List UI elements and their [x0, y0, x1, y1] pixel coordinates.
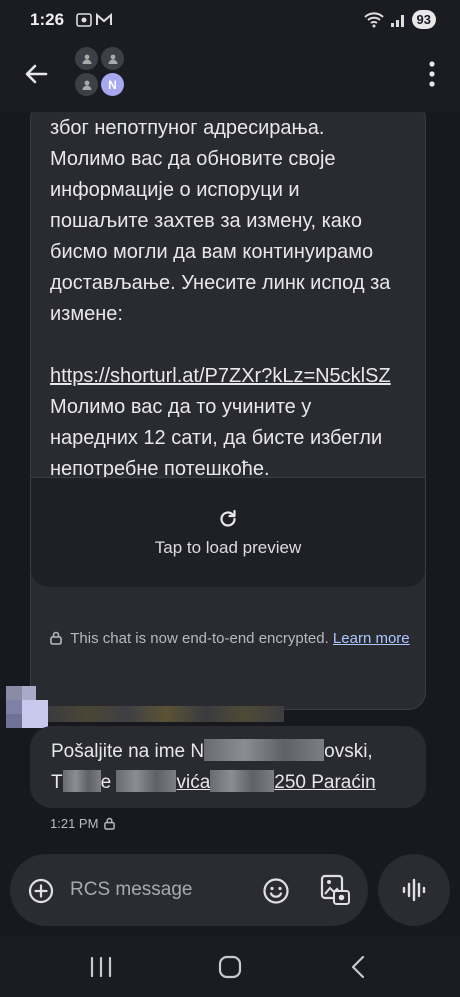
message-line: пошаљите захтев за измену, како — [50, 210, 362, 232]
message-line: због непотпуног адресирања. — [50, 117, 325, 139]
app-bar: N — [0, 40, 460, 112]
incoming-message-bubble[interactable]: због непотпуног адресирања. Молимо вас д… — [30, 112, 426, 710]
lock-icon — [104, 817, 116, 830]
redacted-block — [204, 739, 325, 761]
encryption-text: This chat is now end-to-end encrypted. — [70, 630, 329, 647]
message-body: због непотпуног адресирања. Молимо вас д… — [50, 113, 418, 485]
emoji-icon[interactable] — [262, 877, 290, 905]
person-icon — [101, 47, 124, 70]
compose-bar — [0, 852, 460, 936]
redacted-block — [116, 770, 177, 792]
learn-more-link[interactable]: Learn more — [333, 630, 410, 647]
message-text: Pošaljite na ime N — [51, 741, 205, 762]
add-circle-icon[interactable] — [28, 878, 54, 904]
encryption-notice: This chat is now end-to-end encrypted. L… — [0, 630, 460, 647]
status-time: 1:26 — [30, 10, 65, 29]
message-line: бисмо могли да вам континуирамо — [50, 241, 374, 263]
refresh-icon — [220, 509, 236, 527]
message-list[interactable]: због непотпуног адресирања. Молимо вас д… — [0, 112, 460, 852]
gallery-icon[interactable] — [320, 874, 350, 906]
message-timestamp: 1:21 PM — [50, 816, 99, 831]
system-nav-bar — [0, 936, 460, 997]
message-link[interactable]: https://shorturl.at/P7ZXr?kLz=N5cklSZ — [50, 361, 418, 392]
status-notification-icons — [76, 12, 112, 28]
redacted-block — [210, 770, 275, 792]
message-line: измене: — [50, 303, 123, 325]
nav-recents-icon[interactable] — [88, 954, 114, 980]
back-arrow-icon[interactable] — [20, 58, 52, 90]
address-link[interactable]: vića — [176, 772, 210, 793]
message-line: информације о испоруци и — [50, 179, 300, 201]
wifi-icon — [363, 11, 384, 27]
nav-back-icon[interactable] — [346, 954, 372, 980]
message-text: ovski, — [324, 741, 373, 762]
voice-record-button[interactable] — [378, 854, 450, 926]
preview-label: Tap to load preview — [154, 538, 302, 557]
more-vert-icon[interactable] — [428, 60, 436, 88]
message-input[interactable] — [70, 868, 250, 912]
message-text: T — [51, 772, 63, 793]
avatar-initial: N — [101, 73, 124, 96]
message-line: Молимо вас да то учините у — [50, 396, 312, 418]
outgoing-message-bubble[interactable]: Pošaljite na ime N ovski, Te vića 250 Para… — [30, 726, 426, 808]
status-right: 93 — [363, 10, 436, 29]
compose-field — [10, 854, 368, 926]
message-line: Молимо вас да обновите своје — [50, 148, 336, 170]
voice-icon — [402, 878, 426, 902]
message-line: наредних 12 сати, да бисте избегли — [50, 427, 383, 449]
message-meta: 1:21 PM — [50, 816, 116, 831]
battery-level: 93 — [411, 10, 436, 29]
nav-home-icon[interactable] — [217, 954, 243, 980]
message-line: достављање. Унесите линк испод за — [50, 272, 391, 294]
sender-name-redacted — [6, 686, 284, 728]
person-icon — [75, 73, 98, 96]
person-icon — [75, 47, 98, 70]
gmail-icon — [96, 12, 112, 25]
status-bar: 1:26 93 — [0, 0, 460, 40]
address-link[interactable]: 250 Paraćin — [274, 772, 375, 793]
outgoing-message-body: Pošaljite na ime N ovski, Te vića 250 Para… — [51, 736, 411, 798]
redacted-block — [62, 770, 101, 792]
lock-icon — [50, 631, 63, 645]
message-text: e — [100, 772, 112, 793]
link-preview-card[interactable]: Tap to load preview — [31, 477, 425, 587]
signal-icon — [390, 14, 404, 27]
group-avatar[interactable]: N — [74, 46, 128, 100]
screenshot-icon — [76, 13, 92, 27]
